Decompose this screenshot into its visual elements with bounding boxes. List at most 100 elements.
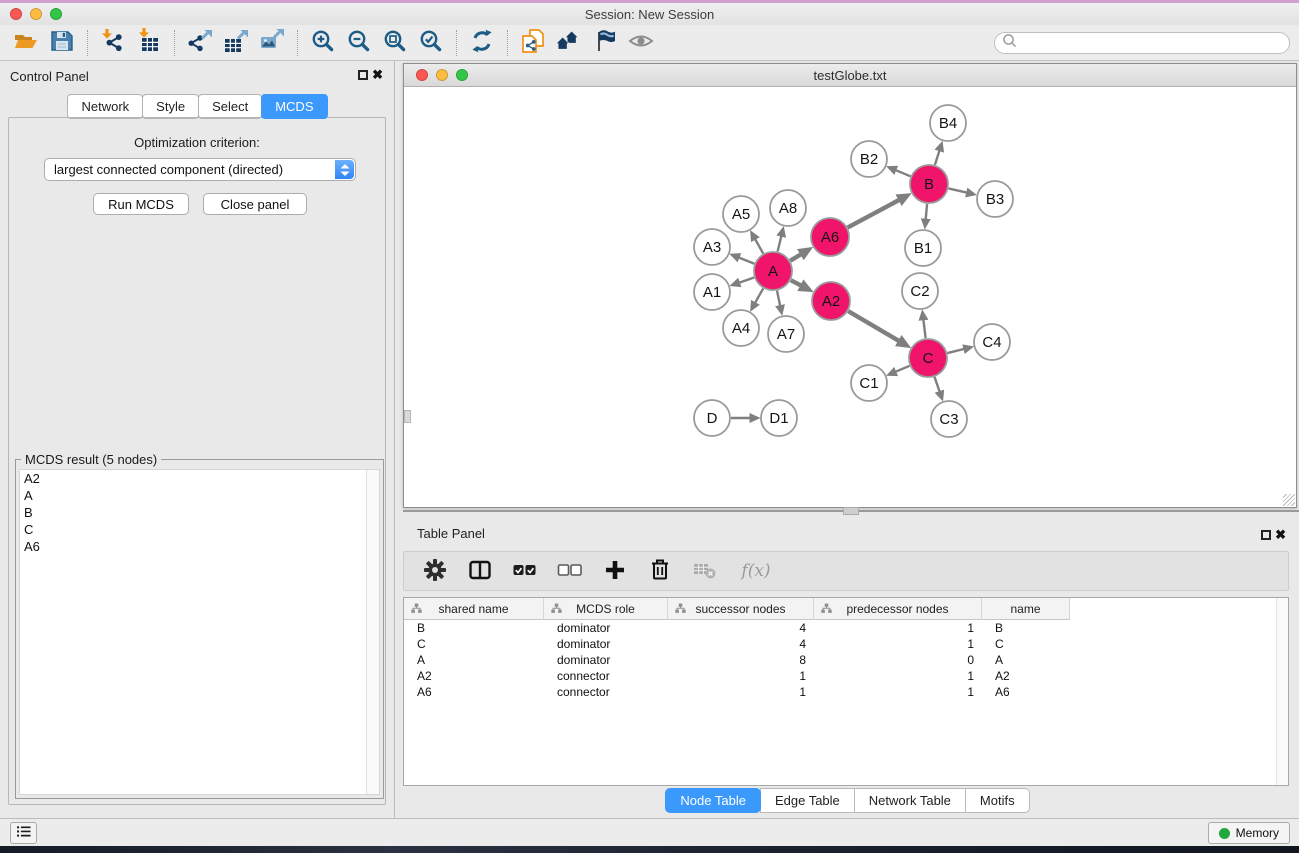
search-input[interactable] (1018, 34, 1289, 52)
table-cell[interactable]: B (982, 620, 1070, 636)
table-cell[interactable]: A (404, 652, 544, 668)
tab-network-table[interactable]: Network Table (854, 788, 966, 813)
graph-node-A1[interactable]: A1 (694, 274, 730, 310)
zoom-in-button[interactable] (305, 27, 341, 59)
tab-network[interactable]: Network (67, 94, 143, 119)
table-cell[interactable]: connector (544, 668, 668, 684)
graph-edge-A-A7[interactable] (777, 291, 780, 306)
save-session-button[interactable] (44, 27, 80, 59)
graph-node-D1[interactable]: D1 (761, 400, 797, 436)
table-cell[interactable]: 0 (814, 652, 982, 668)
graph-node-B3[interactable]: B3 (977, 181, 1013, 217)
tab-motifs[interactable]: Motifs (965, 788, 1030, 813)
close-panel-icon[interactable]: ✖ (372, 67, 383, 83)
tab-select[interactable]: Select (198, 94, 262, 119)
graph-edge-A6-B[interactable] (848, 200, 899, 228)
graph-node-A3[interactable]: A3 (694, 229, 730, 265)
graph-edge-B-B3[interactable] (949, 188, 967, 192)
zoom-out-button[interactable] (341, 27, 377, 59)
import-network-button[interactable] (95, 27, 131, 59)
graph-node-C4[interactable]: C4 (974, 324, 1010, 360)
search-box[interactable] (994, 32, 1290, 54)
home-button[interactable] (551, 27, 587, 59)
tab-style[interactable]: Style (142, 94, 199, 119)
table-row[interactable]: Cdominator41C (404, 636, 1288, 652)
column-header-name[interactable]: name (982, 598, 1070, 620)
column-header-successor-nodes[interactable]: successor nodes (668, 598, 814, 620)
graph-node-B[interactable]: B (910, 165, 948, 203)
table-cell[interactable]: connector (544, 684, 668, 700)
tab-edge-table[interactable]: Edge Table (760, 788, 855, 813)
graph-node-C[interactable]: C (909, 339, 947, 377)
graph-node-A7[interactable]: A7 (768, 316, 804, 352)
task-history-button[interactable] (10, 822, 37, 844)
graph-edge-A-A4[interactable] (755, 288, 763, 302)
table-cell[interactable]: C (404, 636, 544, 652)
graph-node-B1[interactable]: B1 (905, 230, 941, 266)
export-image-button[interactable] (254, 27, 290, 59)
table-cell[interactable]: 8 (668, 652, 814, 668)
mcds-list-scrollbar[interactable] (366, 470, 379, 794)
graph-node-A6[interactable]: A6 (811, 218, 849, 256)
export-table-button[interactable] (218, 27, 254, 59)
table-cell[interactable]: 1 (814, 636, 982, 652)
column-header-predecessor-nodes[interactable]: predecessor nodes (814, 598, 982, 620)
graph-edge-B-B2[interactable] (896, 170, 911, 176)
deselect-all-button[interactable] (555, 556, 585, 586)
delete-column-button[interactable] (645, 556, 675, 586)
graph-edge-B-B1[interactable] (926, 204, 927, 219)
table-cell[interactable]: 1 (814, 620, 982, 636)
graph-node-B2[interactable]: B2 (851, 141, 887, 177)
graph-node-C2[interactable]: C2 (902, 273, 938, 309)
column-header-shared-name[interactable]: shared name (404, 598, 544, 620)
tab-node-table[interactable]: Node Table (665, 788, 761, 813)
graph-edge-A-A1[interactable] (739, 278, 754, 283)
select-all-button[interactable] (510, 556, 540, 586)
table-cell[interactable]: 1 (668, 684, 814, 700)
table-scrollbar[interactable] (1276, 598, 1288, 785)
close-panel-button[interactable]: Close panel (203, 193, 307, 215)
table-row[interactable]: A6connector11A6 (404, 684, 1288, 700)
graph-edge-C-C1[interactable] (896, 366, 910, 372)
table-cell[interactable]: A (982, 652, 1070, 668)
graph-node-A[interactable]: A (754, 252, 792, 290)
graph-edge-B-B4[interactable] (935, 151, 940, 165)
float-table-panel-icon[interactable] (1261, 530, 1271, 540)
table-cell[interactable]: dominator (544, 636, 668, 652)
import-table-button[interactable] (131, 27, 167, 59)
network-canvas[interactable]: B4 B2 B B3 B1 A5 A8 A6 A3 A A1 C2 A2 A4 … (404, 87, 1296, 507)
table-cell[interactable]: B (404, 620, 544, 636)
graph-node-B4[interactable]: B4 (930, 105, 966, 141)
table-cell[interactable]: 1 (814, 668, 982, 684)
table-cell[interactable]: A6 (404, 684, 544, 700)
graph-edge-A-A6[interactable] (790, 254, 801, 260)
table-row[interactable]: A2connector11A2 (404, 668, 1288, 684)
function-builder-button[interactable]: f(x) (735, 556, 777, 586)
mcds-result-item[interactable]: A (20, 487, 379, 504)
table-cell[interactable]: 4 (668, 620, 814, 636)
delete-table-button[interactable] (690, 556, 720, 586)
table-cell[interactable]: 1 (814, 684, 982, 700)
mcds-result-item[interactable]: C (20, 521, 379, 538)
table-cell[interactable]: A2 (982, 668, 1070, 684)
column-header-MCDS-role[interactable]: MCDS role (544, 598, 668, 620)
table-cell[interactable]: dominator (544, 620, 668, 636)
graph-node-A4[interactable]: A4 (723, 310, 759, 346)
refresh-button[interactable] (464, 27, 500, 59)
table-mode-button[interactable] (465, 556, 495, 586)
hide-details-button[interactable] (587, 27, 623, 59)
tab-mcds[interactable]: MCDS (261, 94, 327, 119)
graph-edge-A-A3[interactable] (739, 258, 754, 264)
table-row[interactable]: Bdominator41B (404, 620, 1288, 636)
table-cell[interactable]: C (982, 636, 1070, 652)
graph-edge-A-A5[interactable] (755, 239, 763, 253)
graph-edge-C-C4[interactable] (947, 349, 964, 353)
graph-edge-A-A2[interactable] (791, 280, 801, 285)
close-table-panel-icon[interactable]: ✖ (1275, 527, 1286, 543)
graph-edge-A2-C[interactable] (848, 311, 899, 341)
table-row[interactable]: Adominator80A (404, 652, 1288, 668)
table-cell[interactable]: 4 (668, 636, 814, 652)
mcds-result-item[interactable]: A6 (20, 538, 379, 555)
add-column-button[interactable] (600, 556, 630, 586)
zoom-fit-button[interactable] (377, 27, 413, 59)
